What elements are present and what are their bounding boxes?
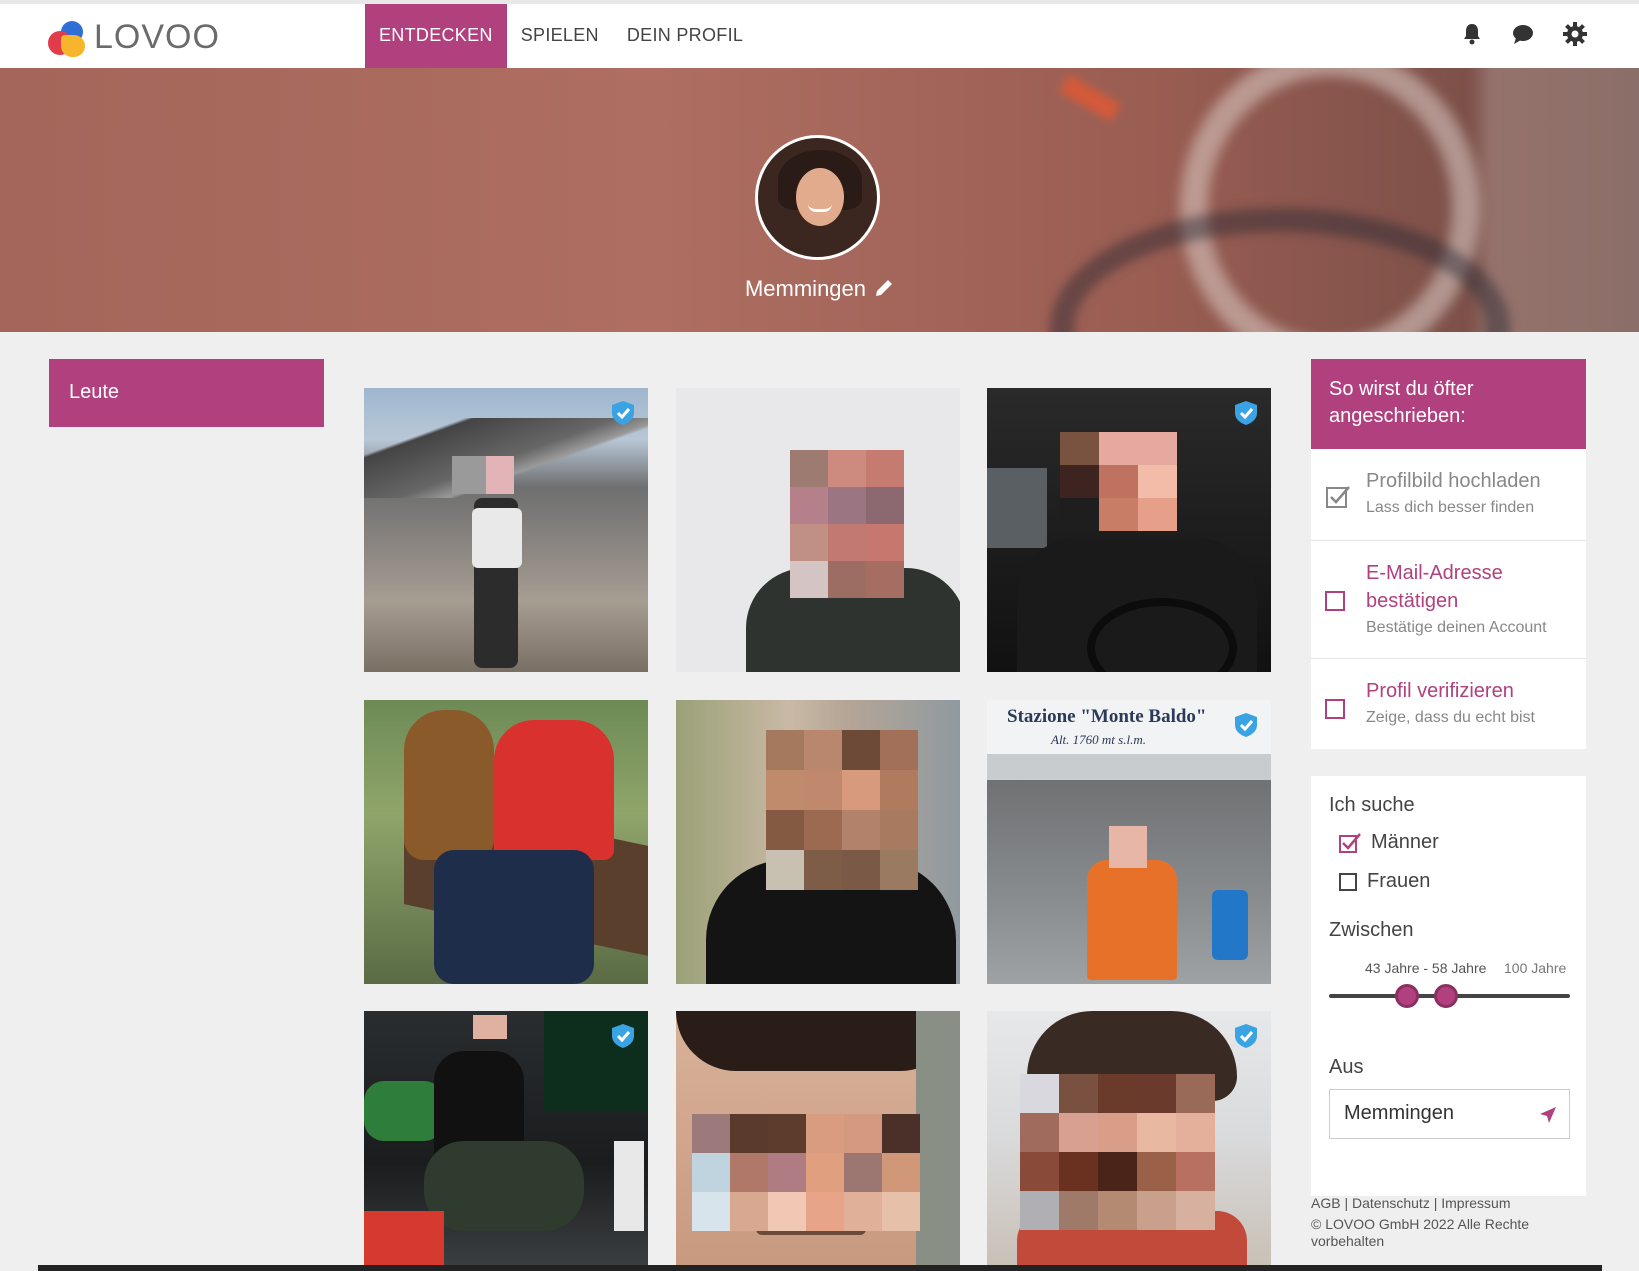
footer: AGB | Datenschutz | Impressum © LOVOO Gm…	[1311, 1195, 1551, 1250]
tip-title: Profilbild hochladen	[1366, 470, 1541, 492]
option-maenner[interactable]: Männer	[1339, 831, 1568, 854]
profile-tile[interactable]: Stazione "Monte Baldo" Alt. 1760 mt s.l.…	[987, 700, 1271, 984]
footer-copyright: © LOVOO GmbH 2022 Alle Rechte vorbehalte…	[1311, 1216, 1530, 1249]
verified-badge-icon	[612, 401, 634, 425]
profile-tile[interactable]	[676, 1011, 960, 1265]
tip-subtitle: Zeige, dass du echt bist	[1366, 709, 1535, 726]
profile-tile[interactable]	[364, 1011, 648, 1265]
location-input[interactable]: Memmingen	[1329, 1089, 1570, 1139]
header-actions	[1461, 22, 1587, 46]
verified-badge-icon	[1235, 713, 1257, 737]
footer-link-agb[interactable]: AGB	[1311, 1195, 1341, 1211]
footer-separator: |	[1429, 1195, 1442, 1211]
lovoo-logo-text: LOVOO	[94, 18, 220, 56]
option-frauen[interactable]: Frauen	[1339, 870, 1568, 893]
tip-subtitle: Lass dich besser finden	[1366, 499, 1535, 516]
profile-tile[interactable]	[364, 700, 648, 984]
age-max-text: 100 Jahre	[1504, 960, 1567, 976]
footer-separator: |	[1340, 1195, 1352, 1211]
age-label: Zwischen	[1329, 919, 1414, 941]
window-bottom-edge	[38, 1265, 1602, 1271]
profile-tile[interactable]	[676, 388, 960, 672]
nav-spielen[interactable]: SPIELEN	[507, 4, 613, 68]
unchecked-checkbox-icon	[1325, 699, 1345, 719]
age-max-handle[interactable]	[1434, 984, 1458, 1008]
verified-badge-icon	[1235, 1024, 1257, 1048]
chat-icon[interactable]	[1511, 22, 1535, 46]
tip-upload-photo[interactable]: Profilbild hochladen Lass dich besser fi…	[1311, 449, 1586, 541]
profile-avatar[interactable]	[755, 135, 880, 260]
lovoo-logo-mark	[48, 19, 88, 57]
profile-tile[interactable]	[987, 388, 1271, 672]
profile-tips-panel: So wirst du öfter angeschrieben: Profilb…	[1311, 359, 1586, 749]
footer-link-datenschutz[interactable]: Datenschutz	[1352, 1195, 1430, 1211]
profile-city: Memmingen	[744, 276, 867, 301]
pencil-icon[interactable]	[866, 276, 894, 301]
tip-verify-profile[interactable]: Profil verifizieren Zeige, dass du echt …	[1311, 659, 1586, 749]
bell-icon[interactable]	[1461, 22, 1483, 46]
gear-icon[interactable]	[1563, 22, 1587, 46]
unchecked-checkbox-icon	[1339, 872, 1357, 891]
profile-location[interactable]: Memmingen	[0, 276, 1639, 302]
checked-checkbox-icon	[1339, 832, 1361, 853]
looking-for-label: Ich suche	[1329, 794, 1415, 816]
main-nav: ENTDECKEN SPIELEN DEIN PROFIL	[365, 4, 757, 68]
location-arrow-icon[interactable]	[1539, 1106, 1557, 1124]
checked-checkbox-icon	[1326, 486, 1350, 508]
age-range-text: 43 Jahre - 58 Jahre	[1365, 960, 1487, 976]
verified-badge-icon	[612, 1024, 634, 1048]
search-filter-panel: Ich suche Männer Frauen Zwischen 43 Jahr…	[1311, 776, 1586, 1196]
verified-badge-icon	[1235, 401, 1257, 425]
tip-title: E-Mail-Adresse bestätigen	[1366, 562, 1503, 612]
location-value: Memmingen	[1344, 1102, 1455, 1124]
profile-tile[interactable]	[987, 1011, 1271, 1265]
option-label: Frauen	[1367, 870, 1431, 892]
leute-panel-button[interactable]: Leute	[49, 359, 324, 427]
from-label: Aus	[1329, 1056, 1364, 1078]
nav-entdecken[interactable]: ENTDECKEN	[365, 4, 507, 68]
sign-subtext: Alt. 1760 mt s.l.m.	[1051, 732, 1146, 747]
profile-tile[interactable]	[676, 700, 960, 984]
tip-title: Profil verifizieren	[1366, 680, 1514, 702]
tip-subtitle: Bestätige deinen Account	[1366, 619, 1547, 636]
unchecked-checkbox-icon	[1325, 591, 1345, 611]
footer-link-impressum[interactable]: Impressum	[1441, 1195, 1510, 1211]
age-min-handle[interactable]	[1395, 984, 1419, 1008]
sign-text: Stazione "Monte Baldo"	[1007, 706, 1207, 727]
nav-dein-profil[interactable]: DEIN PROFIL	[613, 4, 757, 68]
top-navigation-bar: LOVOO ENTDECKEN SPIELEN DEIN PROFIL	[0, 0, 1639, 68]
tip-confirm-email[interactable]: E-Mail-Adresse bestätigen Bestätige dein…	[1311, 541, 1586, 659]
lovoo-logo[interactable]: LOVOO	[48, 18, 220, 57]
profile-tile[interactable]	[364, 388, 648, 672]
tips-heading: So wirst du öfter angeschrieben:	[1311, 359, 1586, 449]
option-label: Männer	[1371, 831, 1439, 853]
